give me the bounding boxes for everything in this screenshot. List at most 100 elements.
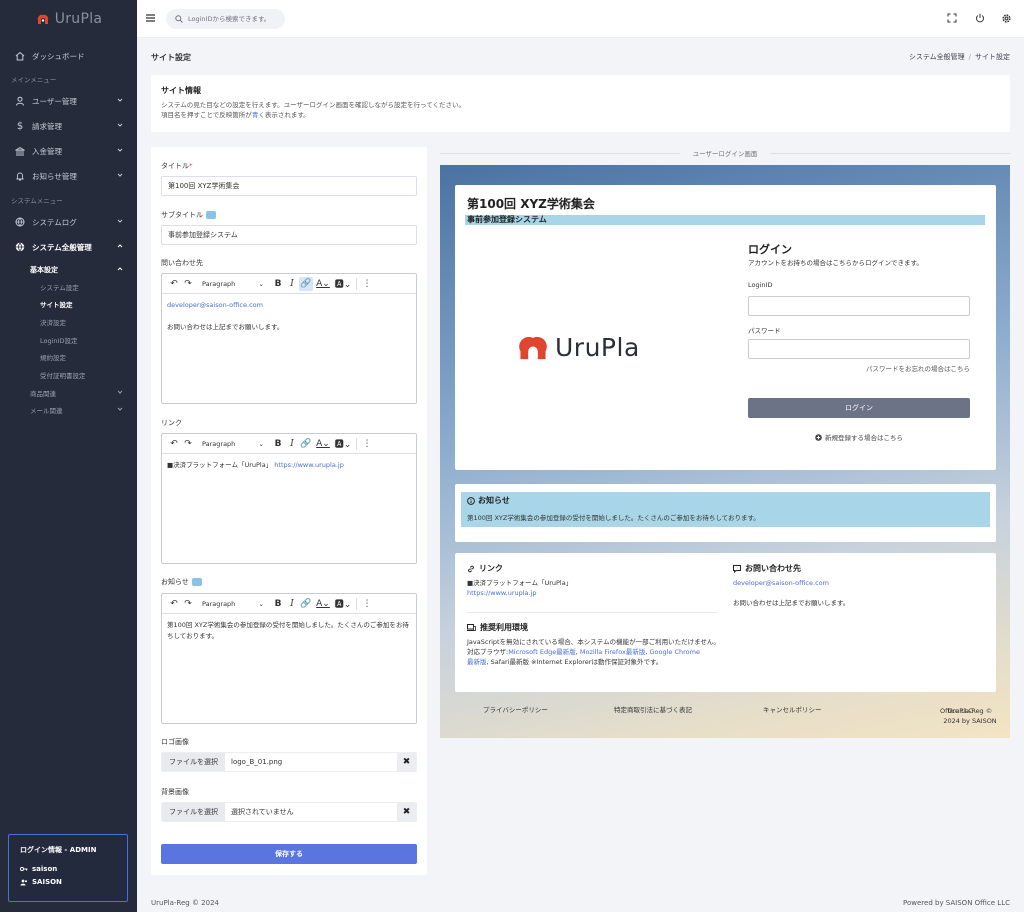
link-icon[interactable]: 🔗 — [299, 597, 313, 611]
search-input[interactable] — [188, 15, 283, 23]
logo-clear-icon[interactable]: ✖ — [397, 753, 416, 771]
italic-icon[interactable]: I — [285, 277, 299, 291]
preview-notice-text: 第100回 XYZ学術集会の参加登録の受付を開始しました。たくさんのご参加をお待… — [467, 514, 760, 522]
font-color-icon[interactable]: A⌄ — [313, 597, 333, 611]
title-label[interactable]: タイトル* — [161, 161, 193, 171]
contact-editor[interactable]: ↶ ↷ Paragraph ⌄ B I 🔗 A⌄ 🅰⌄ ⋮ developer@saiso… — [161, 273, 417, 404]
edge-link[interactable]: Microsoft Edge最新版 — [508, 648, 576, 656]
italic-icon[interactable]: I — [285, 437, 299, 451]
sidebar-item-notices[interactable]: お知らせ管理 — [0, 166, 137, 186]
preview-link-url[interactable]: https://www.urupla.jp — [467, 589, 537, 597]
preview-loginid-input[interactable] — [748, 296, 970, 316]
highlight-color-icon[interactable]: 🅰⌄ — [333, 597, 353, 611]
paragraph-select[interactable]: Paragraph ⌄ — [198, 597, 268, 611]
sidebar-item-products[interactable]: 商品関連 — [30, 388, 56, 398]
desc-highlight: 青く — [251, 111, 265, 119]
link-icon[interactable]: 🔗 — [299, 437, 313, 451]
preview-copyright: UruPla-Reg © 2024 by SAISON Office LLC — [880, 704, 1000, 725]
sidebar-item-label: 請求管理 — [32, 121, 62, 131]
notice-editor[interactable]: ↶ ↷ Paragraph ⌄ B I 🔗 A⌄ 🅰⌄ ⋮ 第100回 XYZ学術集会の参… — [161, 593, 417, 724]
app-logo[interactable]: UruPla — [0, 0, 137, 38]
more-vertical-icon[interactable]: ⋮ — [360, 437, 374, 451]
sidebar-item-mail[interactable]: メール関連 — [30, 405, 63, 415]
sidebar-item-site-settings[interactable]: サイト設定 — [40, 299, 73, 309]
title-input[interactable] — [161, 176, 417, 196]
bold-icon[interactable]: B — [271, 277, 285, 291]
preview-cancel-link[interactable]: キャンセルポリシー — [763, 704, 822, 714]
link-label[interactable]: リンク — [161, 418, 182, 428]
gear-icon[interactable] — [1001, 13, 1012, 24]
sidebar-item-billing[interactable]: $ 請求管理 — [0, 116, 137, 136]
preview-forgot-link[interactable]: パスワードをお忘れの場合はこちら — [866, 363, 970, 373]
logo-choose-file-button[interactable]: ファイルを選択 — [162, 753, 225, 771]
bell-icon — [15, 171, 25, 181]
chrome-link-2[interactable]: 最新版 — [467, 658, 487, 666]
preview-privacy-link[interactable]: プライバシーポリシー — [483, 704, 548, 714]
subtitle-label[interactable]: サブタイトル — [161, 210, 216, 220]
background-image-label: 背景画像 — [161, 788, 189, 796]
notice-label[interactable]: お知らせ — [161, 577, 202, 587]
firefox-link[interactable]: Mozilla Firefox最新版 — [580, 648, 645, 656]
sidebar-item-system-log[interactable]: システムログ — [0, 212, 137, 232]
sidebar-item-certificate-settings[interactable]: 受付証明書設定 — [40, 370, 86, 380]
preview-login-button[interactable]: ログイン — [748, 398, 970, 418]
subtitle-input[interactable] — [161, 225, 417, 245]
redo-icon[interactable]: ↷ — [181, 597, 195, 611]
hamburger-menu-icon[interactable] — [146, 14, 155, 22]
link-url[interactable]: https://www.urupla.jp — [274, 461, 344, 469]
editor-toolbar: ↶ ↷ Paragraph ⌄ B I 🔗 A⌄ 🅰⌄ ⋮ — [162, 594, 416, 614]
font-color-icon[interactable]: A⌄ — [313, 437, 333, 451]
contact-email-link[interactable]: developer@saison-office.com — [167, 301, 263, 309]
sidebar-item-label: 基本設定 — [30, 266, 58, 274]
sidebar-item-dashboard[interactable]: ダッシュボード — [0, 46, 137, 66]
redo-icon[interactable]: ↷ — [181, 437, 195, 451]
link-editor[interactable]: ↶ ↷ Paragraph ⌄ B I 🔗 A⌄ 🅰⌄ ⋮ ■決済プラットフォーム「Uru… — [161, 433, 417, 564]
more-vertical-icon[interactable]: ⋮ — [360, 277, 374, 291]
background-clear-icon[interactable]: ✖ — [397, 803, 416, 821]
site-info-desc-2: 項目名を押すことで反映箇所が青く表示されます。 — [161, 110, 1000, 120]
link-icon[interactable]: 🔗 — [299, 276, 313, 291]
contact-label[interactable]: 問い合わせ先 — [161, 258, 203, 268]
undo-icon[interactable]: ↶ — [167, 597, 181, 611]
bold-icon[interactable]: B — [271, 597, 285, 611]
bold-icon[interactable]: B — [271, 437, 285, 451]
sidebar-item-system-settings[interactable]: システム設定 — [40, 282, 79, 292]
undo-icon[interactable]: ↶ — [167, 277, 181, 291]
font-color-icon[interactable]: A⌄ — [313, 277, 333, 291]
sidebar-item-system-all[interactable]: システム全般管理 — [0, 237, 137, 257]
required-mark: * — [189, 162, 193, 170]
paragraph-select[interactable]: Paragraph ⌄ — [198, 437, 268, 451]
sidebar-item-terms-settings[interactable]: 規約設定 — [40, 352, 66, 362]
sidebar-item-loginid-settings[interactable]: LoginID設定 — [40, 335, 77, 345]
power-icon[interactable] — [975, 13, 985, 23]
more-vertical-icon[interactable]: ⋮ — [360, 597, 374, 611]
preview-law-link[interactable]: 特定商取引法に基づく表記 — [614, 704, 692, 714]
chrome-link[interactable]: Google Chrome — [649, 648, 699, 656]
background-file-name: 選択されていません — [225, 803, 397, 821]
background-choose-file-button[interactable]: ファイルを選択 — [162, 803, 225, 821]
italic-icon[interactable]: I — [285, 597, 299, 611]
sidebar-item-payments[interactable]: 入金管理 — [0, 141, 137, 161]
paragraph-select[interactable]: Paragraph ⌄ — [198, 277, 268, 291]
redo-icon[interactable]: ↷ — [181, 277, 195, 291]
preview-register-link[interactable]: 新規登録する場合はこちら — [748, 432, 970, 442]
sidebar-item-basic[interactable]: 基本設定 — [30, 265, 58, 275]
preview-password-input[interactable] — [748, 339, 970, 359]
editor-content: 第100回 XYZ学術集会の参加登録の受付を開始しました。たくさんのご参加をお待… — [167, 621, 409, 640]
editor-toolbar: ↶ ↷ Paragraph ⌄ B I 🔗 A⌄ 🅰⌄ ⋮ — [162, 434, 416, 454]
sidebar-item-label: お知らせ管理 — [32, 171, 77, 181]
breadcrumb-item-system-all[interactable]: システム全般管理 — [909, 53, 965, 61]
sidebar-item-users[interactable]: ユーザー管理 — [0, 91, 137, 111]
dollar-icon: $ — [16, 120, 24, 132]
login-preview: 第100回 XYZ学術集会 事前参加登録システム UruPla ログイン アカウ… — [440, 165, 1010, 738]
highlight-color-icon[interactable]: 🅰⌄ — [333, 277, 353, 291]
preview-contact-email[interactable]: developer@saison-office.com — [733, 579, 829, 587]
sidebar-item-payment-settings[interactable]: 決済設定 — [40, 317, 66, 327]
chevron-up-icon — [117, 243, 123, 249]
undo-icon[interactable]: ↶ — [167, 437, 181, 451]
highlight-color-icon[interactable]: 🅰⌄ — [333, 437, 353, 451]
eye-badge-icon — [191, 578, 202, 586]
fullscreen-icon[interactable] — [947, 13, 957, 23]
save-button[interactable]: 保存する — [161, 844, 417, 864]
contact-text: お問い合わせは上記までお願いします。 — [167, 323, 284, 331]
